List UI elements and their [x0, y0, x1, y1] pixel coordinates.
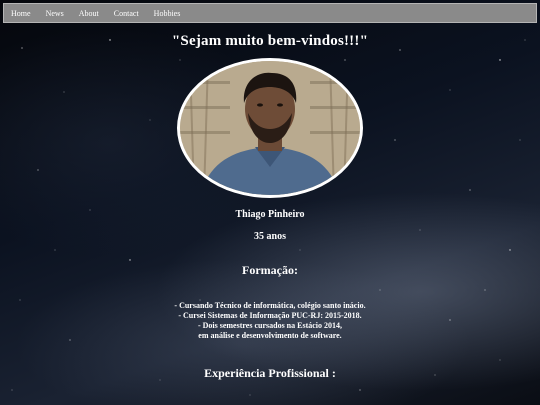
- top-navbar: Home News About Contact Hobbies: [3, 3, 537, 23]
- profile-photo: [177, 58, 363, 198]
- formacao-heading: Formação:: [242, 263, 298, 277]
- nav-home-link[interactable]: Home: [11, 9, 31, 18]
- formacao-item: - Cursei Sistemas de Informação PUC-RJ: …: [178, 311, 362, 320]
- nav-hobbies-link[interactable]: Hobbies: [154, 9, 181, 18]
- main-content: "Sejam muito bem-vindos!!!" Thiago Pinhe…: [0, 30, 540, 391]
- experiencia-heading: Experiência Profissional :: [204, 366, 336, 380]
- formacao-item: - Dois semestres cursados na Estácio 201…: [197, 321, 343, 330]
- nav-contact-link[interactable]: Contact: [114, 9, 139, 18]
- nav-news-link[interactable]: News: [46, 9, 64, 18]
- formacao-item: em análise e desenvolvimento de software…: [198, 331, 342, 340]
- profile-name: Thiago Pinheiro: [235, 209, 305, 220]
- nav-about-link[interactable]: About: [79, 9, 99, 18]
- formacao-item: - Cursando Técnico de informática, colég…: [174, 301, 366, 310]
- profile-age: 35 anos: [254, 231, 286, 242]
- formacao-list: - Cursando Técnico de informática, colég…: [0, 301, 540, 341]
- welcome-heading: "Sejam muito bem-vindos!!!": [171, 33, 369, 49]
